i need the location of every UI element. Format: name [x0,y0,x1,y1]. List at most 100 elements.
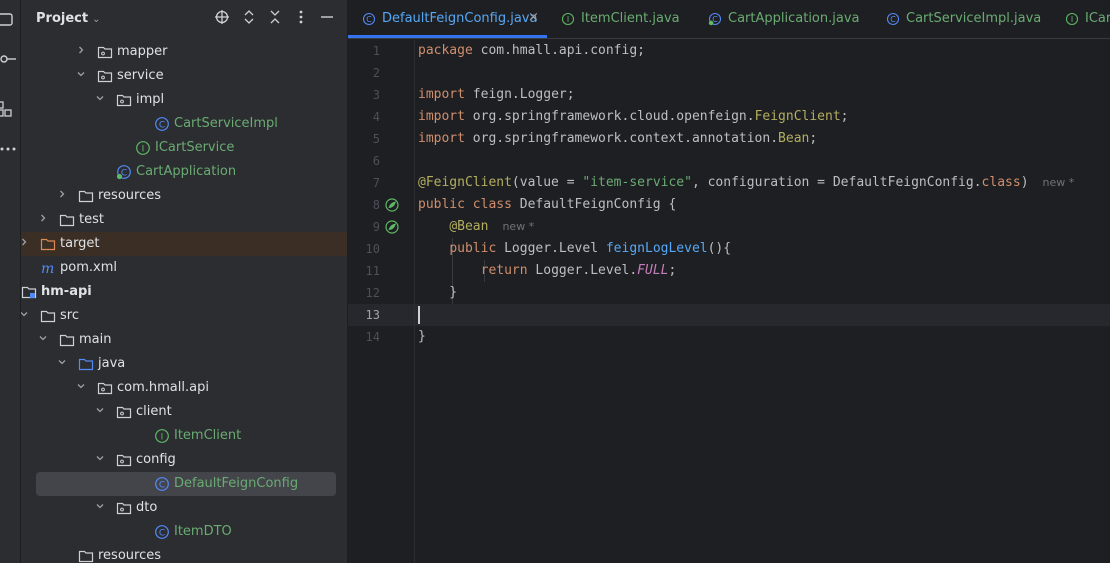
tree-item-hm-api[interactable]: hm-api [21,280,347,304]
tree-item-defaultfeignconfig[interactable]: C DefaultFeignConfig [21,472,347,496]
tree-item-resources[interactable]: resources [21,544,347,563]
tree-item-client[interactable]: client [21,400,347,424]
code-token: ; [668,263,677,278]
options-menu-icon[interactable] [291,9,311,29]
project-view-selector[interactable]: Project ⌄ [36,11,100,26]
code-area[interactable]: package com.hmall.api.config; import feig… [418,40,1108,563]
code-line[interactable]: @FeignClient(value = "item-service", con… [418,172,1074,194]
hide-panel-icon[interactable] [317,9,337,29]
tree-item-java[interactable]: java [21,352,347,376]
code-token: "item-service" [582,175,692,190]
tree-item-service[interactable]: service [21,64,347,88]
tree-item-pom-xml[interactable]: m pom.xml [21,256,347,280]
maven-icon: m [40,260,56,277]
code-token: org.springframework.cloud.openfeign. [472,109,755,124]
spring-bean-gutter-icon[interactable] [384,219,400,235]
tab-defaultfeignconfig-java[interactable]: C DefaultFeignConfig.java × [348,0,547,38]
tree-item-src[interactable]: src [21,304,347,328]
tab-icar[interactable]: I ICar [1051,0,1110,38]
tree-item-impl[interactable]: impl [21,88,347,112]
close-tab-icon[interactable]: × [528,10,539,25]
tab-cartserviceimpl-java[interactable]: C CartServiceImpl.java [872,0,1051,38]
chevron-down-icon[interactable] [94,405,106,419]
structure-tool-icon[interactable] [0,98,18,120]
tab-cartapplication-java[interactable]: C CartApplication.java [694,0,872,38]
folder-icon [78,548,94,563]
tree-item-target[interactable]: target [21,232,347,256]
select-opened-file-icon[interactable] [212,9,232,29]
tab-itemclient-java[interactable]: I ItemClient.java [547,0,694,38]
chevron-right-icon[interactable] [21,237,30,251]
chevron-right-icon[interactable] [56,189,68,203]
chevron-down-icon[interactable] [21,309,30,323]
tree-item-label: config [136,452,176,467]
tree-item-label: ICartService [155,140,235,155]
code-line[interactable]: import feign.Logger; [418,84,575,106]
chevron-down-icon[interactable] [75,69,87,83]
tree-item-dto[interactable]: dto [21,496,347,520]
class-icon: C [362,12,376,26]
tree-item-main[interactable]: main [21,328,347,352]
code-line[interactable]: public Logger.Level feignLogLevel(){ [418,238,731,260]
tree-item-label: client [136,404,172,419]
folder-icon [40,308,56,324]
tree-item-cartapplication[interactable]: C CartApplication [21,160,347,184]
class-icon: C [154,524,170,540]
code-token: Logger.Level. [535,263,638,278]
tab-label: ICar [1085,11,1110,26]
code-token: return [480,263,536,278]
code-line[interactable]: public class DefaultFeignConfig { [418,194,676,216]
chevron-down-icon[interactable] [37,333,49,347]
tree-item-cartserviceimpl[interactable]: C CartServiceImpl [21,112,347,136]
inlay-hint: new * [502,220,535,233]
tree-item-mapper[interactable]: mapper [21,40,347,64]
more-tools-icon[interactable] [0,138,18,160]
chevron-down-icon[interactable] [75,381,87,395]
code-line[interactable]: import org.springframework.context.annot… [418,128,817,150]
chevron-down-icon[interactable] [94,501,106,515]
chevron-right-icon[interactable] [37,213,49,227]
tree-item-resources[interactable]: resources [21,184,347,208]
tree-item-itemclient[interactable]: I ItemClient [21,424,347,448]
tree-item-label: resources [98,188,162,203]
code-token: @FeignClient [418,175,512,190]
chevron-down-icon[interactable] [94,93,106,107]
expand-all-icon[interactable] [239,9,259,29]
spring-bean-gutter-icon[interactable] [384,197,400,213]
code-line[interactable]: } [418,326,426,348]
chevron-right-icon[interactable] [75,45,87,59]
tree-item-config[interactable]: config [21,448,347,472]
code-token: class [981,175,1021,190]
activity-strip [0,0,21,563]
line-gutter: 1 2 3 4 5 6 7 8 9 10 11 12 13 14 [348,40,414,563]
code-line[interactable]: @Bean new * [418,216,534,238]
commit-tool-icon[interactable] [0,48,18,70]
tree-item-label: DefaultFeignConfig [174,476,299,491]
svg-text:I: I [142,145,145,155]
collapse-all-icon[interactable] [265,9,285,29]
project-tool-icon[interactable] [0,8,18,30]
interface-icon: I [1065,12,1079,26]
tree-item-label: service [117,68,164,83]
chevron-down-icon[interactable] [94,453,106,467]
code-line[interactable]: return Logger.Level.FULL; [418,260,677,282]
code-line[interactable]: package com.hmall.api.config; [418,40,645,62]
code-line[interactable]: import org.springframework.cloud.openfei… [418,106,848,128]
tree-item-test[interactable]: test [21,208,347,232]
code-token: org.springframework.context.annotation. [472,131,779,146]
spring-app-class-icon: C [116,164,132,180]
project-panel-header: Project ⌄ [21,0,347,38]
line-number: 5 [372,132,380,146]
code-line[interactable]: } [418,282,457,304]
tab-label: CartServiceImpl.java [906,11,1042,26]
package-folder-icon [116,404,132,420]
tree-item-itemdto[interactable]: C ItemDTO [21,520,347,544]
chevron-down-icon[interactable] [56,357,68,371]
tree-item-com-hmall-api[interactable]: com.hmall.api [21,376,347,400]
tab-label: CartApplication.java [728,11,860,26]
code-token: } [418,285,458,300]
tree-item-icartservice[interactable]: I ICartService [21,136,347,160]
code-token: (){ [707,241,732,256]
